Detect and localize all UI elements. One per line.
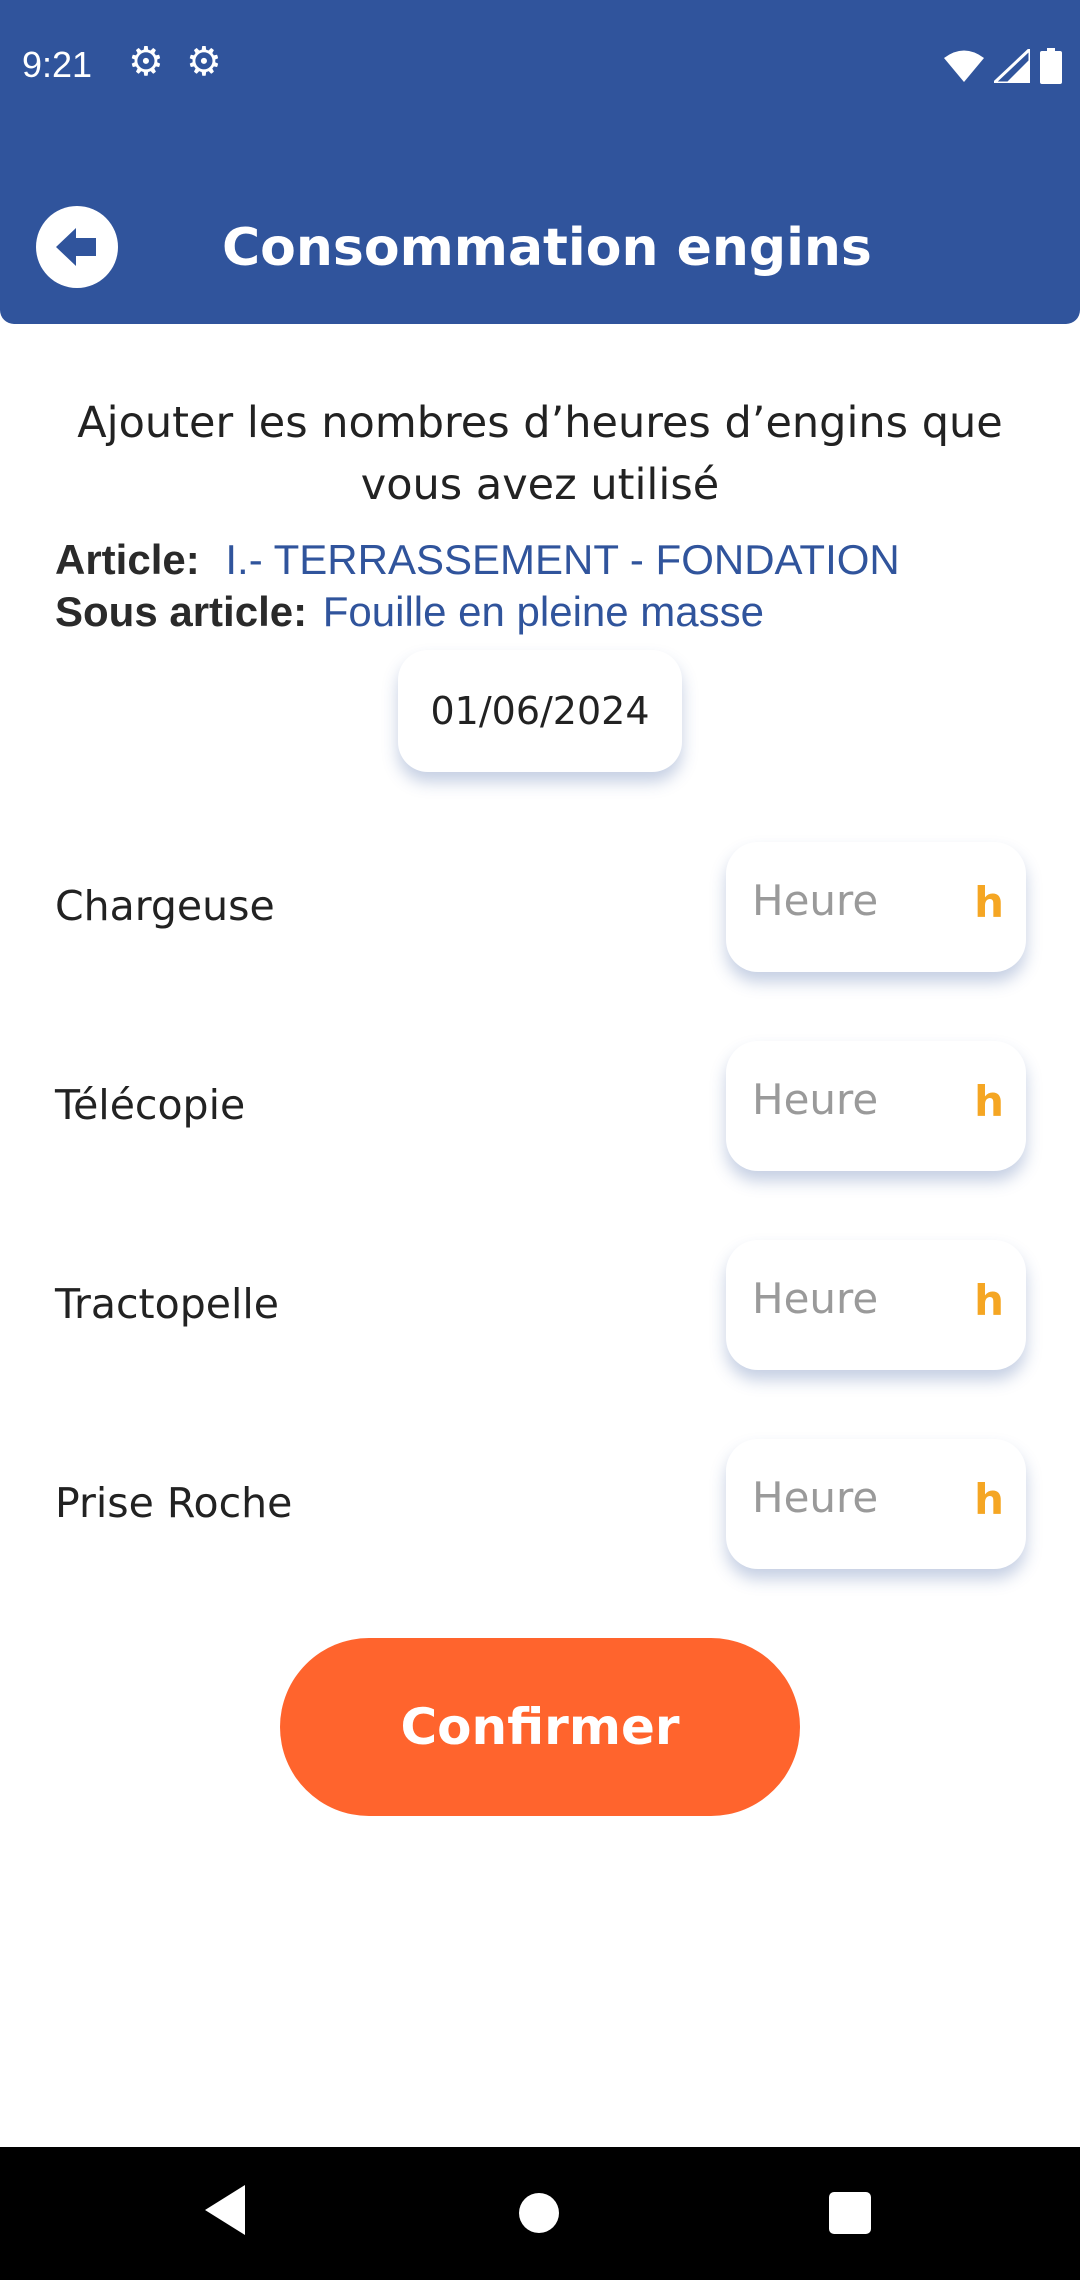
status-bar: 9:21 ⚙ ⚙ <box>0 0 1080 130</box>
hour-placeholder: Heure <box>752 1473 879 1522</box>
confirm-button[interactable]: Confirmer <box>280 1638 800 1816</box>
sub-article-label: Sous article: <box>55 588 308 635</box>
status-time: 9:21 <box>22 44 93 85</box>
hour-unit: h <box>974 1276 1004 1325</box>
intro-text: Ajouter les nombres d’heures d’engins qu… <box>77 398 1003 510</box>
article-line: Article: I.- TERRASSEMENT - FONDATION <box>55 534 900 586</box>
arrow-left-circle-icon <box>56 228 96 266</box>
status-icons <box>944 46 1062 86</box>
engine-row-prise-roche: Prise Roche Heure h <box>0 1439 1080 1571</box>
date-picker-button[interactable]: 01/06/2024 <box>398 650 682 772</box>
hour-unit: h <box>974 878 1004 927</box>
engine-label: Tractopelle <box>55 1280 279 1328</box>
article-value: I.- TERRASSEMENT - FONDATION <box>225 536 900 583</box>
hour-placeholder: Heure <box>752 1274 879 1323</box>
engine-row-tractopelle: Tractopelle Heure h <box>0 1240 1080 1372</box>
nav-back-icon[interactable] <box>205 2185 245 2235</box>
wifi-icon <box>944 50 984 82</box>
gear-icon: ⚙ <box>128 39 164 85</box>
hour-unit: h <box>974 1077 1004 1126</box>
nav-home-icon[interactable] <box>519 2193 559 2233</box>
nav-recents-icon[interactable] <box>829 2192 871 2234</box>
engine-label: Chargeuse <box>55 882 275 930</box>
engine-row-chargeuse: Chargeuse Heure h <box>0 842 1080 974</box>
gear-outline-icon: ⚙ <box>186 39 222 85</box>
hour-input[interactable]: Heure h <box>726 1439 1026 1569</box>
hour-unit: h <box>974 1475 1004 1524</box>
engine-row-telecopie: Télécopie Heure h <box>0 1041 1080 1173</box>
sub-article-line: Sous article: Fouille en pleine masse <box>55 586 764 638</box>
sub-article-value: Fouille en pleine masse <box>322 588 765 635</box>
engine-label: Télécopie <box>55 1081 246 1129</box>
hour-placeholder: Heure <box>752 1075 879 1124</box>
hour-input[interactable]: Heure h <box>726 842 1026 972</box>
engine-label: Prise Roche <box>55 1479 293 1527</box>
signal-icon <box>994 49 1030 83</box>
hour-input[interactable]: Heure h <box>726 1041 1026 1171</box>
hour-placeholder: Heure <box>752 876 879 925</box>
back-button[interactable] <box>36 206 118 288</box>
hour-input[interactable]: Heure h <box>726 1240 1026 1370</box>
system-nav-bar <box>0 2147 1080 2280</box>
app-bar: Consommation engins <box>0 130 1080 324</box>
article-label: Article: <box>55 536 200 583</box>
battery-icon <box>1040 48 1062 84</box>
page-title: Consommation engins <box>222 218 872 278</box>
